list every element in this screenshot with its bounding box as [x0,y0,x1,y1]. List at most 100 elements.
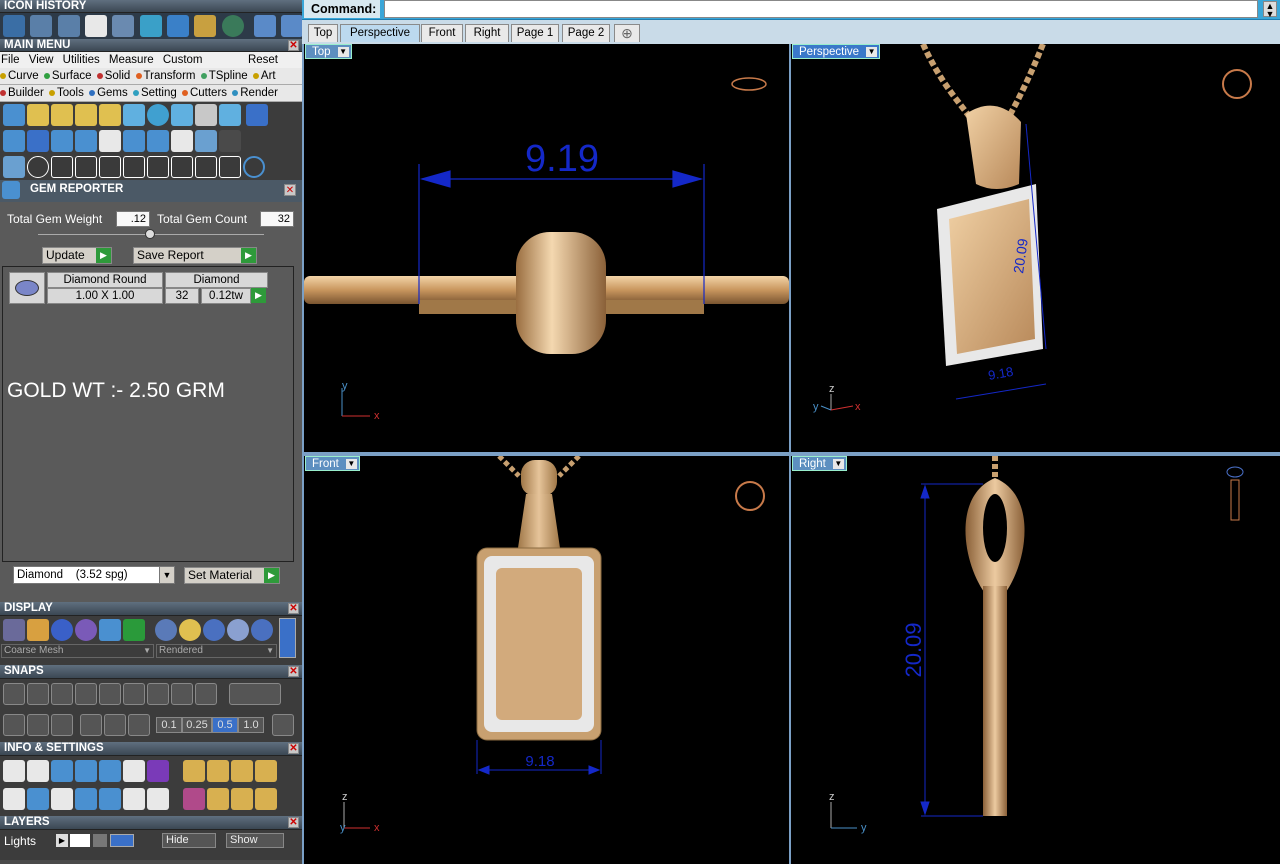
layers-view-icon[interactable] [123,619,145,641]
save-as-icon[interactable] [57,15,80,37]
snap-perp-icon[interactable] [195,683,217,705]
cone-icon[interactable] [167,15,190,37]
save-icon[interactable] [30,15,53,37]
surface-edit-icon[interactable] [75,130,97,152]
offset-tool-icon[interactable] [51,156,73,178]
close-icon[interactable]: ✕ [288,743,299,754]
orient-info-icon[interactable] [255,788,278,810]
plane-snap-icon[interactable] [104,714,126,736]
plane-tool-icon[interactable] [3,104,25,126]
cube-view-icon[interactable] [27,714,49,736]
settings-gear-icon[interactable] [3,760,25,782]
tools-icon[interactable] [27,760,49,782]
environment-icon[interactable] [99,619,121,641]
twist-tool-icon[interactable] [123,130,145,152]
undo-icon[interactable] [254,15,277,37]
mesh-select[interactable]: Coarse Mesh ▼ [1,644,154,658]
scissors-icon[interactable] [123,788,145,810]
transform-info-icon[interactable] [207,788,230,810]
rotate-tool-icon[interactable] [123,156,145,178]
snap-value-0-1[interactable]: 0.1 [156,717,182,733]
viewport-layout-icon[interactable] [3,788,25,810]
grid-view-icon[interactable] [3,714,25,736]
menu-solid[interactable]: Solid [96,70,130,82]
glass-sphere-icon[interactable] [251,619,274,641]
menu-cutters[interactable]: Cutters [181,87,227,99]
snap-curve-icon[interactable] [27,683,49,705]
group-tool-icon[interactable] [99,104,121,126]
camera-tool-icon[interactable] [195,104,217,126]
move-tool-icon[interactable] [99,156,121,178]
scroll-arrows-icon[interactable]: ▲ ▼ [1263,1,1277,19]
document-tool-icon[interactable] [99,130,121,152]
hide-button[interactable]: Hide [162,833,216,848]
diag-snap-icon[interactable] [80,714,102,736]
tab-page-2[interactable]: Page 2 [562,24,610,42]
layer-color-swatch[interactable] [70,834,90,847]
render-settings-icon[interactable] [183,760,206,782]
close-icon[interactable]: ✕ [288,603,299,614]
app-logo-icon[interactable] [221,15,244,37]
snap-grid-toggle-icon[interactable] [272,714,294,736]
redo-icon[interactable] [281,15,302,37]
play-icon[interactable]: ▶ [56,834,68,847]
grid-icon[interactable] [112,15,135,37]
box-icon[interactable] [75,760,97,782]
edit-icon[interactable] [123,760,145,782]
right-viewport[interactable]: Right ▼ 20.09 z y [791,456,1280,864]
tab-perspective[interactable]: Perspective [340,24,420,42]
menu-utilities[interactable]: Utilities [63,54,100,66]
scene-icon[interactable] [207,760,230,782]
magenta-tool-icon[interactable] [183,788,206,810]
front-viewport[interactable]: Front ▼ 9.18 z x y [304,456,789,864]
mirror-tool-icon[interactable] [75,156,97,178]
gem-select-button[interactable]: ▶ [251,288,266,303]
menu-view[interactable]: View [29,54,54,66]
lock-icon[interactable] [93,834,107,847]
shaded-sphere-icon[interactable] [51,619,73,641]
snap-tangent-icon[interactable] [171,683,193,705]
figure-icon[interactable] [27,619,49,641]
circle-tool-icon[interactable] [243,156,265,178]
snap-grid-icon[interactable] [3,683,25,705]
diamond-round-icon[interactable] [9,272,45,304]
camera-settings-icon[interactable] [231,760,254,782]
save-report-button[interactable]: Save Report ▶ [133,247,257,264]
split-tool-icon[interactable] [195,156,217,178]
cube-wire-icon[interactable] [51,788,73,810]
new-file-icon[interactable] [85,15,108,37]
monitor-icon[interactable] [27,788,49,810]
cubes-tool-icon[interactable] [3,156,25,178]
arc-tool-icon[interactable] [27,156,49,178]
menu-tools[interactable]: Tools [49,87,84,99]
texture-tool-icon[interactable] [195,130,217,152]
tab-front[interactable]: Front [421,24,463,42]
tab-right[interactable]: Right [465,24,509,42]
document-info-icon[interactable] [99,760,121,782]
menu-custom[interactable]: Custom [163,54,203,66]
sun-tool-icon[interactable] [171,130,193,152]
close-icon[interactable]: ✕ [288,40,299,51]
curve-tool-icon[interactable] [27,104,49,126]
menu-render[interactable]: Render [232,87,278,99]
pen-snap-icon[interactable] [128,714,150,736]
axis-info-icon[interactable] [231,788,254,810]
snap-settings-icon[interactable] [229,683,282,705]
fan-tool-icon[interactable] [147,156,169,178]
gold-sphere-icon[interactable] [179,619,202,641]
menu-measure[interactable]: Measure [109,54,154,66]
menu-setting[interactable]: Setting [132,87,177,99]
menu-builder[interactable]: Builder [0,87,44,99]
material-select[interactable]: Diamond (3.52 spg) ▼ [13,566,175,584]
object-icon[interactable] [147,760,169,782]
link-tool-icon[interactable] [171,156,193,178]
set-material-button[interactable]: Set Material ▶ [184,567,280,584]
layer-select-icon[interactable] [110,834,134,847]
unlock-tool-icon[interactable] [75,104,97,126]
cut-tool-icon[interactable] [219,156,241,178]
close-icon[interactable]: ✕ [284,184,296,196]
layers-stack-icon[interactable] [51,760,73,782]
close-icon[interactable]: ✕ [288,817,299,828]
plus-icon[interactable]: ⊕ [614,24,640,42]
reset-button[interactable]: Reset [248,52,278,68]
